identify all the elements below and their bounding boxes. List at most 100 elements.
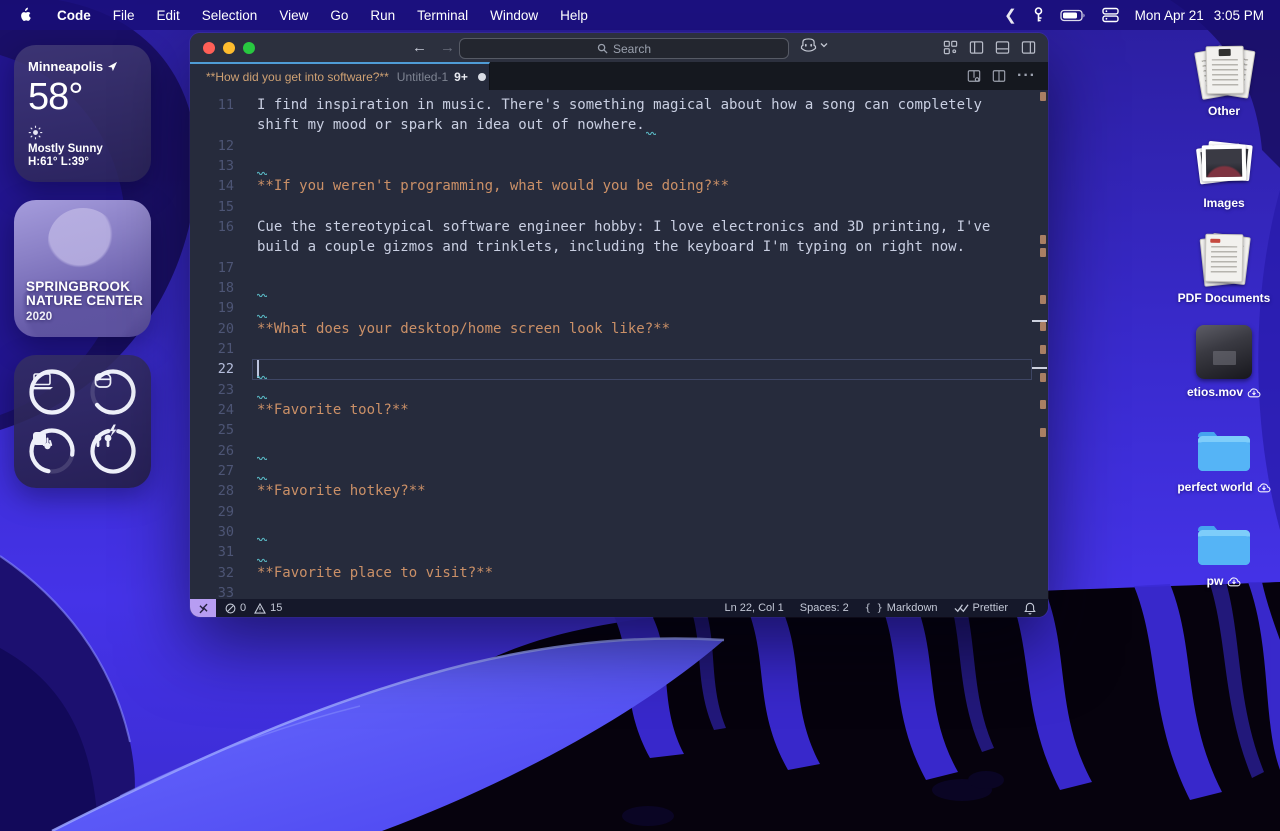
line-content[interactable]: **Favorite hotkey?** [257,481,1032,501]
line-content[interactable] [257,339,1032,359]
weather-widget[interactable]: Minneapolis 58° Mostly Sunny H:61° L:39° [14,45,151,182]
editor-line-13[interactable]: 13 [190,156,1048,176]
tab-untitled-1[interactable]: **How did you get into software?** Untit… [190,62,490,90]
editor-line-29[interactable]: 29 [190,502,1048,522]
battery-icon[interactable] [1060,9,1086,22]
menu-item-help[interactable]: Help [549,8,599,23]
desktop-item-perfect-world[interactable]: perfect world [1178,418,1270,494]
control-center-icon[interactable] [1102,7,1119,23]
menu-item-edit[interactable]: Edit [146,8,191,23]
editor-line-26[interactable]: 26 [190,441,1048,461]
line-content[interactable] [257,278,1032,298]
editor-line-19[interactable]: 19 [190,298,1048,318]
desktop-item-pdf-documents[interactable]: PDF Documents [1178,229,1270,305]
line-content[interactable]: **What does your desktop/home screen loo… [257,319,1032,339]
line-content[interactable] [257,583,1032,599]
photos-widget[interactable]: SPRINGBROOK NATURE CENTER 2020 [14,200,151,337]
menubar-clock[interactable]: Mon Apr 21 3:05 PM [1135,8,1264,23]
minimize-window-button[interactable] [223,42,235,54]
line-content[interactable]: **Favorite tool?** [257,400,1032,420]
editor-line-25[interactable]: 25 [190,420,1048,440]
line-content[interactable] [257,441,1032,461]
notifications-bell-icon[interactable] [1024,602,1036,615]
editor-line-16[interactable]: 16Cue the stereotypical software enginee… [190,217,1048,237]
editor-line-31[interactable]: 31 [190,542,1048,562]
menu-item-go[interactable]: Go [319,8,359,23]
line-content[interactable]: **Favorite place to visit?** [257,563,1032,583]
editor-layout-icon[interactable] [992,69,1006,83]
editor-wrapped-line[interactable]: build a couple gizmos and trinklets, inc… [190,237,1048,257]
menu-item-view[interactable]: View [268,8,319,23]
batteries-widget[interactable] [14,355,151,488]
line-content[interactable]: Cue the stereotypical software engineer … [257,217,1032,237]
toggle-secondary-sidebar-icon[interactable] [1021,40,1036,55]
vscode-titlebar[interactable]: ← → Search [190,33,1048,62]
line-content[interactable]: **If you weren't programming, what would… [257,176,1032,196]
editor-line-15[interactable]: 15 [190,197,1048,217]
menubar-collapse-chevron-icon[interactable]: ❮ [1004,6,1017,24]
editor-line-30[interactable]: 30 [190,522,1048,542]
navigate-forward-button[interactable]: → [440,39,455,56]
editor-pane[interactable]: 11I find inspiration in music. There's s… [190,90,1048,599]
formatter-status[interactable]: Prettier [954,602,1008,614]
customize-layout-icon[interactable] [943,40,958,55]
line-content[interactable] [257,359,1032,379]
editor-line-27[interactable]: 27 [190,461,1048,481]
line-content[interactable] [257,420,1032,440]
desktop-item-other[interactable]: Other [1178,42,1270,118]
line-content[interactable] [257,461,1032,481]
unsaved-changes-dot[interactable] [478,73,486,81]
zoom-window-button[interactable] [243,42,255,54]
navigate-back-button[interactable]: ← [412,39,427,56]
menu-item-terminal[interactable]: Terminal [406,8,479,23]
editor-line-14[interactable]: 14**If you weren't programming, what wou… [190,176,1048,196]
line-content[interactable] [257,502,1032,522]
line-content[interactable] [257,380,1032,400]
language-mode-status[interactable]: { } Markdown [865,602,938,614]
password-key-icon[interactable] [1033,7,1044,23]
apple-menu-icon[interactable] [18,7,32,23]
cursor-position-status[interactable]: Ln 22, Col 1 [724,602,783,614]
more-actions-icon[interactable]: ··· [1017,67,1036,85]
overview-ruler[interactable] [1038,90,1047,599]
editor-wrapped-line[interactable]: shift my mood or spark an idea out of no… [190,115,1048,135]
close-window-button[interactable] [203,42,215,54]
editor-line-24[interactable]: 24**Favorite tool?** [190,400,1048,420]
toggle-panel-icon[interactable] [995,40,1010,55]
editor-line-20[interactable]: 20**What does your desktop/home screen l… [190,319,1048,339]
line-content[interactable] [257,522,1032,542]
editor-line-11[interactable]: 11I find inspiration in music. There's s… [190,95,1048,115]
line-content[interactable] [257,197,1032,217]
desktop-item-images[interactable]: Images [1178,134,1270,210]
line-content[interactable]: shift my mood or spark an idea out of no… [257,115,1032,135]
problems-status[interactable]: 0 15 [225,602,282,614]
editor-line-23[interactable]: 23 [190,380,1048,400]
line-content[interactable] [257,542,1032,562]
menu-item-window[interactable]: Window [479,8,549,23]
copilot-menu[interactable] [800,38,828,52]
command-center-search[interactable]: Search [459,38,789,59]
menu-item-run[interactable]: Run [359,8,406,23]
menu-item-selection[interactable]: Selection [191,8,269,23]
line-content[interactable]: build a couple gizmos and trinklets, inc… [257,237,1032,257]
indentation-status[interactable]: Spaces: 2 [800,602,849,614]
editor-line-21[interactable]: 21 [190,339,1048,359]
desktop-item-pw[interactable]: pw [1178,512,1270,588]
line-content[interactable] [257,258,1032,278]
editor-line-33[interactable]: 33 [190,583,1048,599]
split-editor-icon[interactable] [967,69,981,83]
toggle-primary-sidebar-icon[interactable] [969,40,984,55]
editor-line-32[interactable]: 32**Favorite place to visit?** [190,563,1048,583]
editor-line-12[interactable]: 12 [190,136,1048,156]
line-content[interactable] [257,298,1032,318]
menu-item-file[interactable]: File [102,8,146,23]
desktop-item-etios-mov[interactable]: etios.mov [1178,323,1270,399]
editor-line-18[interactable]: 18 [190,278,1048,298]
remote-indicator[interactable] [190,599,216,617]
editor-line-22[interactable]: 22 [190,359,1048,379]
editor-line-17[interactable]: 17 [190,258,1048,278]
editor-line-28[interactable]: 28**Favorite hotkey?** [190,481,1048,501]
menu-item-code[interactable]: Code [46,8,102,23]
line-content[interactable] [257,156,1032,176]
line-content[interactable] [257,136,1032,156]
